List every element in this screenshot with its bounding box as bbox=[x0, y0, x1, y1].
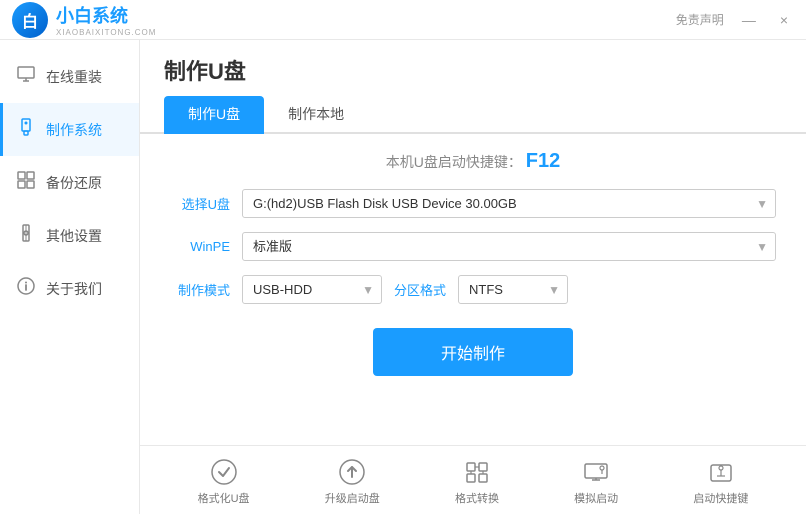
sidebar-item-online-reinstall[interactable]: 在线重装 bbox=[0, 50, 139, 103]
tab-make-local[interactable]: 制作本地 bbox=[264, 96, 368, 134]
simulate-boot-icon bbox=[582, 458, 610, 486]
sidebar-label-make-system: 制作系统 bbox=[46, 120, 102, 140]
format-convert-icon bbox=[463, 458, 491, 486]
format-usb-label: 格式化U盘 bbox=[198, 490, 250, 506]
upgrade-boot-icon bbox=[338, 458, 366, 486]
tabs-bar: 制作U盘 制作本地 bbox=[140, 96, 806, 134]
make-mode-wrapper: USB-HDD ▼ bbox=[242, 275, 382, 304]
usb-icon bbox=[16, 117, 36, 142]
tab-make-usb[interactable]: 制作U盘 bbox=[164, 96, 264, 134]
tab-content: 本机U盘启动快捷键： F12 选择U盘 G:(hd2)USB Flash Dis… bbox=[140, 134, 806, 445]
sidebar-label-other-settings: 其他设置 bbox=[46, 226, 102, 246]
title-bar: 白 小白系统 XIAOBAIXITONG.COM 免责声明 — × bbox=[0, 0, 806, 40]
bottom-icons-bar: 格式化U盘 升级启动盘 bbox=[140, 445, 806, 514]
format-usb-button[interactable]: 格式化U盘 bbox=[198, 458, 250, 506]
shortcut-prefix: 本机U盘启动快捷键： bbox=[386, 154, 522, 170]
minimize-button[interactable]: — bbox=[736, 10, 762, 30]
form-row-mode-format: 制作模式 USB-HDD ▼ 分区格式 NTFS ▼ bbox=[170, 275, 776, 304]
logo-icon: 白 bbox=[12, 2, 48, 38]
make-mode-dropdown[interactable]: USB-HDD bbox=[242, 275, 382, 304]
format-convert-button[interactable]: 格式转换 bbox=[455, 458, 499, 506]
boot-shortcut-button[interactable]: 启动快捷键 bbox=[693, 458, 748, 506]
disclaimer-link[interactable]: 免责声明 bbox=[676, 11, 724, 28]
format-usb-icon bbox=[210, 458, 238, 486]
format-convert-label: 格式转换 bbox=[455, 490, 499, 506]
title-bar-right: 免责声明 — × bbox=[676, 10, 794, 30]
sidebar-label-online-reinstall: 在线重装 bbox=[46, 67, 102, 87]
simulate-boot-button[interactable]: 模拟启动 bbox=[574, 458, 618, 506]
logo-subtitle: XIAOBAIXITONG.COM bbox=[56, 28, 156, 37]
sidebar: 在线重装 制作系统 备份还原 bbox=[0, 40, 140, 514]
start-make-button[interactable]: 开始制作 bbox=[373, 328, 573, 376]
partition-format-label: 分区格式 bbox=[394, 280, 446, 299]
logo-text: 小白系统 XIAOBAIXITONG.COM bbox=[56, 2, 156, 37]
title-bar-left: 白 小白系统 XIAOBAIXITONG.COM bbox=[12, 2, 156, 38]
sidebar-item-about-us[interactable]: 关于我们 bbox=[0, 262, 139, 315]
winpe-label: WinPE bbox=[170, 239, 230, 254]
winpe-wrapper: 标准版 ▼ bbox=[242, 232, 776, 261]
select-usb-label: 选择U盘 bbox=[170, 194, 230, 213]
sidebar-item-make-system[interactable]: 制作系统 bbox=[0, 103, 139, 156]
form-row-select-usb: 选择U盘 G:(hd2)USB Flash Disk USB Device 30… bbox=[170, 189, 776, 218]
winpe-dropdown[interactable]: 标准版 bbox=[242, 232, 776, 261]
sidebar-item-other-settings[interactable]: 其他设置 bbox=[0, 209, 139, 262]
main-layout: 在线重装 制作系统 备份还原 bbox=[0, 40, 806, 514]
content-area: 制作U盘 制作U盘 制作本地 本机U盘启动快捷键： F12 选择U盘 G:(hd… bbox=[140, 40, 806, 514]
close-button[interactable]: × bbox=[774, 10, 794, 30]
partition-format-dropdown[interactable]: NTFS bbox=[458, 275, 568, 304]
upgrade-boot-label: 升级启动盘 bbox=[325, 490, 380, 506]
form-row-winpe: WinPE 标准版 ▼ bbox=[170, 232, 776, 261]
boot-shortcut-icon bbox=[707, 458, 735, 486]
sidebar-item-backup-restore[interactable]: 备份还原 bbox=[0, 156, 139, 209]
partition-format-wrapper: NTFS ▼ bbox=[458, 275, 568, 304]
shortcut-hint: 本机U盘启动快捷键： F12 bbox=[170, 150, 776, 173]
page-title: 制作U盘 bbox=[140, 40, 806, 86]
shortcut-key: F12 bbox=[526, 150, 560, 172]
settings-icon bbox=[16, 223, 36, 248]
sidebar-label-about-us: 关于我们 bbox=[46, 279, 102, 299]
make-mode-label: 制作模式 bbox=[170, 280, 230, 299]
logo-title: 小白系统 bbox=[56, 2, 156, 28]
sidebar-label-backup-restore: 备份还原 bbox=[46, 173, 102, 193]
select-usb-wrapper: G:(hd2)USB Flash Disk USB Device 30.00GB… bbox=[242, 189, 776, 218]
boot-shortcut-label: 启动快捷键 bbox=[693, 490, 748, 506]
select-usb-dropdown[interactable]: G:(hd2)USB Flash Disk USB Device 30.00GB bbox=[242, 189, 776, 218]
upgrade-boot-button[interactable]: 升级启动盘 bbox=[325, 458, 380, 506]
info-icon bbox=[16, 276, 36, 301]
backup-icon bbox=[16, 170, 36, 195]
simulate-boot-label: 模拟启动 bbox=[574, 490, 618, 506]
monitor-icon bbox=[16, 64, 36, 89]
